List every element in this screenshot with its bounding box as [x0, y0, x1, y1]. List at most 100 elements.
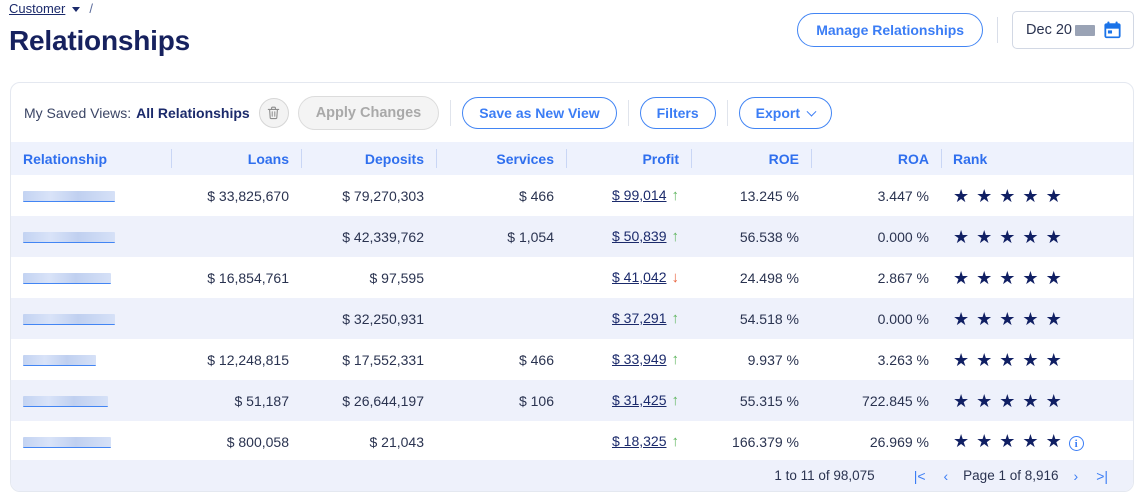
trend-up-arrow-icon: ↑: [671, 310, 680, 327]
star-icon: ★: [1022, 390, 1039, 411]
cell-relationship[interactable]: [11, 339, 171, 380]
column-separator: [811, 149, 812, 168]
column-header-roe-label: ROE: [768, 150, 799, 167]
column-header-roe[interactable]: ROE: [691, 142, 811, 175]
cell-relationship[interactable]: [11, 216, 171, 257]
profit-link[interactable]: $ 31,425: [612, 392, 667, 408]
table-row[interactable]: $ 33,825,670 $ 79,270,303 $ 466 $ 99,014 ↑ 13…: [11, 175, 1133, 216]
cell-rank: ★ ★ ★ ★ ★: [941, 380, 1133, 421]
apply-changes-button[interactable]: Apply Changes: [297, 95, 440, 130]
pagination-first-button[interactable]: |<: [905, 468, 935, 484]
cell-roe: 13.245 %: [739, 187, 799, 204]
info-icon[interactable]: i: [1068, 436, 1084, 452]
cell-relationship[interactable]: [11, 421, 171, 462]
cell-profit[interactable]: $ 50,839 ↑: [566, 216, 691, 257]
column-header-relationship-label: Relationship: [23, 150, 108, 167]
star-icon: ★: [1045, 430, 1062, 451]
cell-profit[interactable]: $ 37,291 ↑: [566, 298, 691, 339]
column-header-profit[interactable]: Profit: [566, 142, 691, 175]
cell-services: [436, 298, 566, 339]
cell-rank: ★ ★ ★ ★ ★: [941, 216, 1133, 257]
trend-up-arrow-icon: ↑: [671, 392, 680, 409]
column-header-roa[interactable]: ROA: [811, 142, 941, 175]
breadcrumb-separator: /: [89, 1, 93, 16]
profit-link[interactable]: $ 33,949: [612, 351, 667, 367]
trend-up-arrow-icon: ↑: [671, 187, 680, 204]
cell-roa: 2.867 %: [877, 269, 929, 286]
toolbar-divider-1: [450, 99, 452, 126]
saved-views-value[interactable]: All Relationships: [136, 105, 250, 121]
chevron-down-icon[interactable]: [72, 7, 81, 12]
profit-link[interactable]: $ 37,291: [612, 310, 667, 326]
export-button[interactable]: Export: [738, 96, 832, 129]
breadcrumb-customer-link[interactable]: Customer: [9, 1, 65, 16]
chevron-down-icon: [806, 106, 817, 117]
relationship-name-redacted[interactable]: [23, 355, 96, 367]
column-header-deposits[interactable]: Deposits: [301, 142, 436, 175]
table-row[interactable]: $ 32,250,931 $ 37,291 ↑ 54.518 % 0.000 % ★ ★ ★ ★…: [11, 298, 1133, 339]
delete-view-button[interactable]: [258, 97, 289, 128]
cell-profit[interactable]: $ 18,325 ↑: [566, 421, 691, 462]
star-icon: ★: [999, 430, 1016, 451]
table-body: $ 33,825,670 $ 79,270,303 $ 466 $ 99,014 ↑ 13…: [11, 175, 1133, 462]
pagination-next-button[interactable]: ›: [1065, 468, 1088, 484]
trend-up-arrow-icon: ↑: [671, 228, 680, 245]
relationships-table: Relationship Loans Deposits Services Pro…: [11, 142, 1133, 462]
cell-roa: 3.447 %: [877, 187, 929, 204]
cell-loans: $ 16,854,761: [207, 269, 289, 286]
star-icon: ★: [976, 430, 993, 451]
cell-roa: 0.000 %: [811, 216, 941, 257]
cell-profit[interactable]: $ 41,042 ↓: [566, 257, 691, 298]
column-header-loans[interactable]: Loans: [171, 142, 301, 175]
pagination-prev-button[interactable]: ‹: [935, 468, 958, 484]
cell-loans: $ 800,058: [226, 433, 289, 450]
relationship-name-redacted[interactable]: [23, 273, 111, 285]
table-row[interactable]: $ 42,339,762 $ 1,054 $ 50,839 ↑ 56.538 % 0.00…: [11, 216, 1133, 257]
profit-link[interactable]: $ 99,014: [612, 187, 667, 203]
cell-profit[interactable]: $ 99,014 ↑: [566, 175, 691, 216]
cell-profit[interactable]: $ 33,949 ↑: [566, 339, 691, 380]
trend-down-arrow-icon: ↓: [671, 269, 680, 286]
table-row[interactable]: $ 800,058 $ 21,043 $ 18,325 ↑ 166.379 % 26.96…: [11, 421, 1133, 462]
calendar-icon[interactable]: [1103, 20, 1122, 40]
table-row[interactable]: $ 51,187 $ 26,644,197 $ 106 $ 31,425 ↑ 55.315…: [11, 380, 1133, 421]
relationship-name-redacted[interactable]: [23, 191, 115, 203]
trash-icon: [267, 106, 280, 119]
relationship-name-redacted[interactable]: [23, 314, 115, 326]
table-row[interactable]: $ 12,248,815 $ 17,552,331 $ 466 $ 33,949 ↑ 9.…: [11, 339, 1133, 380]
column-header-services[interactable]: Services: [436, 142, 566, 175]
column-header-rank[interactable]: Rank: [941, 142, 1133, 175]
cell-relationship[interactable]: [11, 257, 171, 298]
cell-services: $ 466: [518, 187, 554, 204]
cell-roa: 3.263 %: [877, 351, 929, 368]
profit-link[interactable]: $ 41,042: [612, 269, 667, 285]
cell-rank: ★ ★ ★ ★ ★: [941, 298, 1133, 339]
cell-roe: 56.538 %: [691, 216, 811, 257]
relationship-name-redacted[interactable]: [23, 396, 108, 408]
column-header-services-label: Services: [496, 150, 554, 167]
date-picker[interactable]: Dec 20: [1012, 11, 1134, 49]
cell-roe: 9.937 %: [747, 351, 799, 368]
star-icon: ★: [1022, 430, 1039, 451]
star-icon: ★: [1022, 308, 1039, 329]
cell-profit[interactable]: $ 31,425 ↑: [566, 380, 691, 421]
star-icon: ★: [953, 390, 970, 411]
star-icon: ★: [976, 390, 993, 411]
cell-relationship[interactable]: [11, 298, 171, 339]
manage-relationships-button[interactable]: Manage Relationships: [797, 13, 984, 47]
table-row[interactable]: $ 16,854,761 $ 97,595 $ 41,042 ↓ 24.498 % 2.8…: [11, 257, 1133, 298]
column-header-relationship[interactable]: Relationship: [11, 142, 171, 175]
date-picker-value-wrap: Dec 20: [1026, 22, 1095, 38]
cell-relationship[interactable]: [11, 380, 171, 421]
column-header-rank-label: Rank: [953, 150, 988, 167]
cell-relationship[interactable]: [11, 175, 171, 216]
relationship-name-redacted[interactable]: [23, 232, 115, 244]
save-as-new-view-button[interactable]: Save as New View: [462, 96, 617, 129]
column-separator: [301, 149, 302, 168]
filters-button[interactable]: Filters: [639, 96, 716, 129]
pagination-last-button[interactable]: >|: [1087, 468, 1117, 484]
star-icon: ★: [1022, 185, 1039, 206]
profit-link[interactable]: $ 50,839: [612, 228, 667, 244]
relationship-name-redacted[interactable]: [23, 437, 111, 449]
profit-link[interactable]: $ 18,325: [612, 433, 667, 449]
